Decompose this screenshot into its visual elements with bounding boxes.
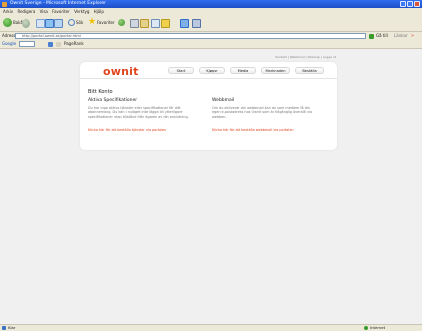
left-section-title: Aktiva Specifikationer: [88, 98, 138, 103]
account-content: Bitt Konto Aktiva Specifikationer Du har…: [88, 89, 328, 147]
menu-view[interactable]: Visa: [40, 8, 48, 15]
nav-kjopsr[interactable]: Kjøpsr: [199, 67, 225, 74]
left-section-text: Du har inga aktiva tjänster eller specif…: [88, 106, 189, 119]
links-label[interactable]: Länkar: [394, 33, 408, 38]
title-bar: Ownit Sverige - Microsoft Internet Explo…: [0, 0, 422, 8]
page-heading: Bitt Konto: [88, 89, 113, 95]
page-viewport: Kontakt | Webbmail | Sitemap | Logga ut …: [0, 49, 422, 324]
right-section-title: Webbmail: [212, 98, 235, 103]
history-icon[interactable]: [130, 19, 139, 28]
address-input[interactable]: http://portal.ownit.se/portal.html: [15, 33, 366, 39]
window-title: Ownit Sverige - Microsoft Internet Explo…: [10, 1, 106, 6]
go-label[interactable]: Gå till: [376, 33, 388, 38]
google-logo: Google: [2, 41, 17, 46]
menu-tools[interactable]: Verktyg: [74, 8, 89, 15]
right-section-text: Om du aktiverar din webbmail kan du som …: [212, 106, 312, 119]
favorites-label[interactable]: Favoriter: [97, 20, 115, 25]
toolbar: Bakåt Sök ★ Favoriter: [0, 15, 422, 32]
page-icon: [2, 326, 6, 330]
google-search-input[interactable]: [19, 41, 35, 47]
close-button[interactable]: [414, 1, 420, 7]
zone-text: Internet: [370, 325, 386, 330]
refresh-icon[interactable]: [45, 19, 54, 28]
favorites-star-icon[interactable]: ★: [88, 18, 96, 27]
menu-bar: Arkiv Redigera Visa Favoriter Verktyg Hj…: [0, 8, 422, 15]
nav-bestalla[interactable]: Beställa: [295, 67, 324, 74]
links-chevron-icon[interactable]: »: [411, 33, 414, 39]
order-services-link[interactable]: Klicka här för att beställa tjänster via…: [88, 128, 166, 132]
stop-icon[interactable]: [36, 19, 45, 28]
site-header: ownit Start Kjøpsr Media Marknaden Bestä…: [80, 63, 337, 79]
go-icon[interactable]: [369, 33, 374, 39]
maximize-button[interactable]: [407, 1, 413, 7]
nav-start[interactable]: Start: [168, 67, 194, 74]
nav-media[interactable]: Media: [230, 67, 256, 74]
nav-marknaden[interactable]: Marknaden: [261, 67, 290, 74]
back-button[interactable]: [3, 18, 12, 27]
pagerank-icon: [56, 41, 61, 47]
print-icon[interactable]: [151, 19, 160, 28]
browser-window: Ownit Sverige - Microsoft Internet Explo…: [0, 0, 422, 331]
pagerank-label: PageRank: [64, 41, 84, 46]
mail-icon[interactable]: [140, 19, 149, 28]
google-toolbar: Google PageRank: [0, 40, 422, 49]
menu-favorites[interactable]: Favoriter: [52, 8, 70, 15]
edit-icon[interactable]: [161, 19, 170, 28]
browser-icon: [2, 1, 7, 7]
ownit-logo[interactable]: ownit: [103, 66, 139, 77]
home-icon[interactable]: [54, 19, 63, 28]
messenger-icon[interactable]: [180, 19, 189, 28]
google-search-icon[interactable]: [48, 41, 53, 47]
search-icon[interactable]: [68, 19, 75, 26]
media-icon[interactable]: [118, 19, 125, 26]
search-label[interactable]: Sök: [76, 20, 83, 25]
status-text: Klar: [8, 325, 16, 330]
forward-button[interactable]: [22, 18, 30, 28]
menu-help[interactable]: Hjälp: [94, 8, 104, 15]
minimize-button[interactable]: [400, 1, 406, 7]
research-icon[interactable]: [192, 19, 201, 28]
order-webmail-link[interactable]: Klicka här för att beställa webbmail via…: [212, 128, 294, 132]
internet-zone-icon: [364, 326, 368, 330]
menu-file[interactable]: Arkiv: [3, 8, 13, 15]
address-bar: Adress http://portal.ownit.se/portal.htm…: [0, 32, 422, 40]
top-links[interactable]: Kontakt | Webbmail | Sitemap | Logga ut: [275, 55, 336, 59]
address-label: Adress: [2, 33, 16, 38]
menu-edit[interactable]: Redigera: [17, 8, 35, 15]
